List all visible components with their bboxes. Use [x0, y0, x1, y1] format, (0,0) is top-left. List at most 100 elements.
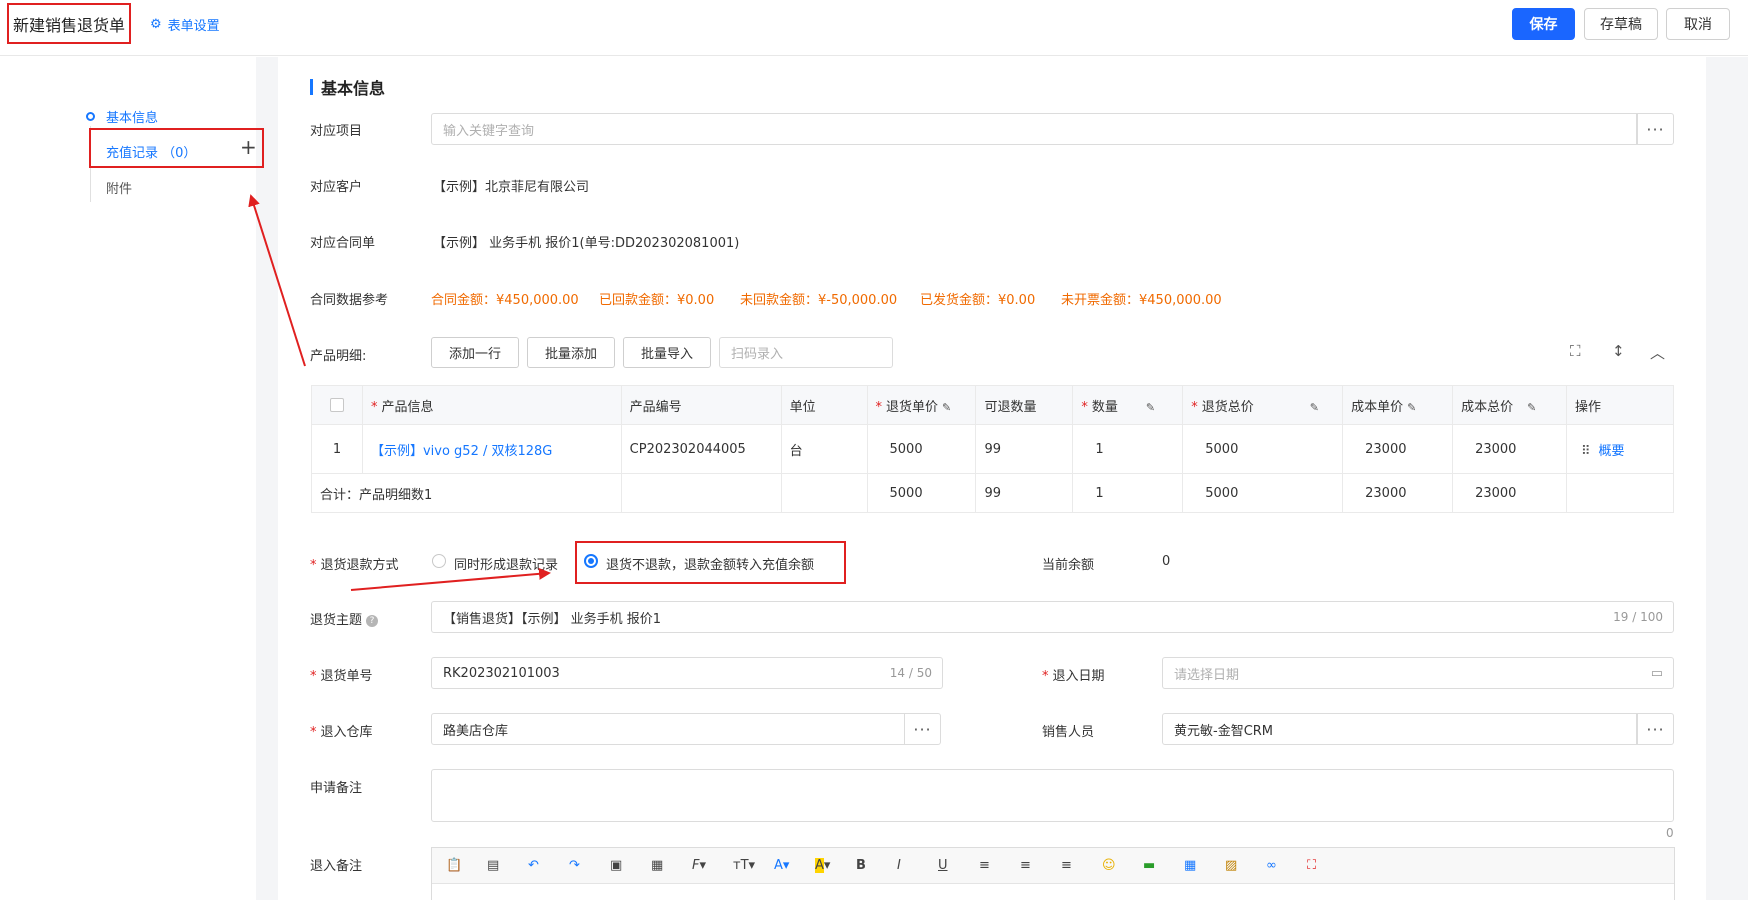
fullscreen-icon[interactable]: ⛶	[1307, 858, 1348, 873]
font-family-icon[interactable]: F▾	[692, 858, 733, 873]
warehouse-more-button[interactable]: ···	[904, 713, 941, 745]
form-settings-label: 表单设置	[167, 18, 220, 34]
form-settings-link[interactable]: ⚙ 表单设置	[150, 14, 220, 34]
collapse-icon[interactable]: ︿	[1650, 342, 1665, 363]
select-all-cell[interactable]	[311, 385, 363, 425]
select-all-checkbox[interactable]	[329, 398, 344, 412]
return-price-cell[interactable]: 5000	[866, 424, 977, 474]
warehouse-input[interactable]: 路美店仓库	[431, 713, 905, 745]
highlight-icon[interactable]: A▾	[815, 858, 856, 873]
return-date-input[interactable]: 请选择日期 ▭	[1162, 657, 1674, 689]
th-product-info: * 产品信息	[361, 385, 622, 425]
unreceived-amount: 未回款金额：¥-50,000.00	[740, 293, 898, 308]
batch-add-button[interactable]: 批量添加	[527, 337, 615, 368]
project-input[interactable]: 输入关键字查询	[431, 113, 1637, 145]
salesperson-more-button[interactable]: ···	[1637, 713, 1674, 745]
returnable-qty-cell: 99	[975, 424, 1074, 474]
add-recharge-icon[interactable]: +	[240, 137, 257, 157]
cost-price-cell[interactable]: 23000	[1342, 424, 1454, 474]
edit-icon[interactable]: ✎	[1146, 401, 1155, 414]
drag-handle-icon[interactable]: ⠿	[1581, 444, 1591, 459]
apply-note-textarea[interactable]	[431, 769, 1674, 822]
balance-label: 当前余额	[1042, 558, 1095, 573]
refund-option-1-label[interactable]: 同时形成退款记录	[454, 554, 558, 573]
apply-note-label: 申请备注	[310, 781, 363, 796]
project-more-button[interactable]: ···	[1637, 113, 1674, 145]
link-icon[interactable]: ∞	[1266, 858, 1307, 873]
page-title: 新建销售退货单	[7, 3, 131, 44]
product-link[interactable]: 【示例】vivo g52 / 双核128G	[361, 424, 622, 474]
product-code: CP202302044005	[620, 424, 782, 474]
table-header-row: * 产品信息 产品编号 单位 * 退货单价 ✎ 可退数量 * 数量 ✎ * 退货总价 ✎ 成本…	[311, 385, 1674, 425]
italic-icon[interactable]: I	[897, 858, 938, 873]
salesperson-input[interactable]: 黄元敏-金智CRM	[1162, 713, 1637, 745]
nav-item-attachments[interactable]: 附件	[106, 178, 132, 197]
return-total-cell[interactable]: 5000	[1182, 424, 1344, 474]
nav-item-recharge[interactable]: 充值记录 （0）	[106, 142, 196, 161]
th-returnable-qty: 可退数量	[975, 385, 1074, 425]
fullscreen-icon[interactable]: ⛶	[1570, 342, 1581, 360]
font-size-icon[interactable]: тT▾	[733, 858, 774, 873]
emoji-icon[interactable]: ☺	[1102, 858, 1143, 873]
rich-text-editor[interactable]: 📋 ▤ ↶ ↷ ▣ ▦ F▾ тT▾ A▾ A▾ B I U ≡ ≡ ≡ ☺ ▬…	[431, 847, 1675, 900]
align-left-icon[interactable]: ≡	[979, 858, 1020, 873]
apply-note-counter: 0	[1666, 826, 1674, 840]
paste-excel-icon[interactable]: ▦	[651, 858, 692, 873]
return-no-counter: 14 / 50	[889, 666, 932, 680]
product-detail-label: 产品明细:	[310, 349, 367, 364]
edit-icon[interactable]: ✎	[1407, 401, 1416, 414]
warehouse-label: * 退入仓库	[310, 725, 373, 740]
action-cell: ⠿ 概要	[1566, 424, 1674, 474]
editor-toolbar: 📋 ▤ ↶ ↷ ▣ ▦ F▾ тT▾ A▾ A▾ B I U ≡ ≡ ≡ ☺ ▬…	[432, 848, 1674, 884]
bold-icon[interactable]: B	[856, 858, 897, 873]
undo-icon[interactable]: ↶	[528, 858, 569, 873]
summary-link[interactable]: 概要	[1599, 444, 1625, 459]
summary-cost-price: 23000	[1342, 473, 1454, 513]
edit-icon[interactable]: ✎	[1527, 401, 1536, 414]
underline-icon[interactable]: U	[938, 858, 979, 873]
edit-icon[interactable]: ✎	[1310, 401, 1319, 414]
subject-label: 退货主题?	[310, 609, 379, 628]
cancel-button[interactable]: 取消	[1666, 8, 1730, 40]
summary-cost-total: 23000	[1452, 473, 1567, 513]
batch-import-button[interactable]: 批量导入	[623, 337, 711, 368]
align-right-icon[interactable]: ≡	[1061, 858, 1102, 873]
nav-item-basic-info[interactable]: 基本信息	[106, 107, 158, 126]
calendar-icon[interactable]: ▭	[1651, 666, 1663, 681]
paste-icon[interactable]: 📋	[446, 858, 487, 873]
edit-icon[interactable]: ✎	[942, 401, 951, 414]
expand-vertical-icon[interactable]: ↕	[1612, 342, 1625, 360]
redo-icon[interactable]: ↷	[569, 858, 610, 873]
align-center-icon[interactable]: ≡	[1020, 858, 1061, 873]
subject-counter: 19 / 100	[1613, 610, 1663, 624]
font-color-icon[interactable]: A▾	[774, 858, 815, 873]
scan-input[interactable]: 扫码录入	[719, 337, 893, 368]
customer-label: 对应客户	[310, 180, 363, 195]
return-no-input[interactable]: RK202302101003 14 / 50	[431, 657, 943, 689]
th-qty: * 数量 ✎	[1072, 385, 1184, 425]
summary-empty	[780, 473, 868, 513]
table-icon[interactable]: ▦	[1184, 858, 1225, 873]
save-draft-button[interactable]: 存草稿	[1584, 8, 1658, 40]
th-cost-price: 成本单价 ✎	[1342, 385, 1454, 425]
refund-option-2-radio[interactable]	[584, 554, 598, 568]
uninvoiced-amount: 未开票金额：¥450,000.00	[1061, 293, 1222, 308]
refund-option-2-label[interactable]: 退货不退款，退款金额转入充值余额	[606, 554, 814, 573]
gear-icon: ⚙	[150, 16, 162, 32]
received-amount: 已回款金额：¥0.00	[599, 293, 715, 308]
help-icon[interactable]: ?	[366, 614, 379, 627]
cost-total-cell[interactable]: 23000	[1452, 424, 1567, 474]
salesperson-label: 销售人员	[1042, 725, 1095, 740]
image-icon[interactable]: ▨	[1225, 858, 1266, 873]
insert-row-icon[interactable]: ▬	[1143, 858, 1184, 873]
section-bar	[310, 79, 313, 95]
qty-cell[interactable]: 1	[1072, 424, 1184, 474]
save-button[interactable]: 保存	[1512, 8, 1575, 40]
return-date-label: * 退入日期	[1042, 669, 1105, 684]
subject-input[interactable]: 【销售退货】【示例】 业务手机 报价1 19 / 100	[431, 601, 1674, 633]
th-cost-total: 成本总价 ✎	[1452, 385, 1567, 425]
paste-word-icon[interactable]: ▣	[610, 858, 651, 873]
refund-option-1-radio[interactable]	[432, 554, 446, 568]
add-row-button[interactable]: 添加一行	[431, 337, 519, 368]
paste-text-icon[interactable]: ▤	[487, 858, 528, 873]
